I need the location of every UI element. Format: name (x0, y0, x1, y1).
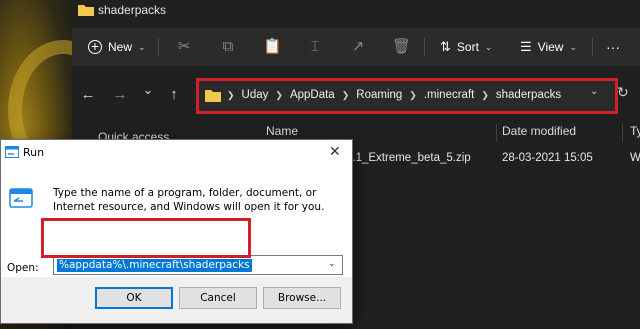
open-label: Open: (7, 262, 39, 274)
sort-button[interactable]: ⇅ Sort ⌄ (440, 36, 492, 58)
rename-icon[interactable]: ⌶ (306, 38, 324, 56)
new-label: New (108, 40, 133, 54)
explorer-titlebar: shaderpacks (72, 0, 640, 22)
breadcrumb: ❯ Uday ❯ AppData ❯ Roaming ❯ .minecraft … (227, 89, 561, 101)
toolbar-divider (424, 38, 425, 56)
cancel-button[interactable]: Cancel (179, 287, 257, 309)
run-app-icon (9, 188, 33, 208)
column-type[interactable]: Ty (630, 124, 640, 138)
chevron-right-icon: ❯ (227, 89, 235, 100)
toolbar-divider (592, 38, 593, 56)
breadcrumb-item[interactable]: AppData (290, 89, 335, 101)
breadcrumb-item[interactable]: shaderpacks (496, 89, 561, 101)
column-divider (496, 124, 497, 142)
run-icon (5, 146, 19, 158)
address-dropdown-icon[interactable]: ⌄ (590, 86, 598, 97)
address-bar[interactable]: ❯ Uday ❯ AppData ❯ Roaming ❯ .minecraft … (196, 78, 618, 114)
highlight-box (41, 218, 251, 258)
view-button[interactable]: ☰ View ⌄ (520, 36, 577, 58)
chevron-down-icon[interactable]: ⌄ (328, 259, 336, 269)
command-bar: + New ⌄ ✂ ⧉ 📋 ⌶ ↗ 🗑 ⇅ Sort ⌄ ☰ View ⌄ ··… (72, 28, 640, 66)
more-options-button[interactable]: ··· (606, 36, 620, 58)
chevron-down-icon: ⌄ (569, 41, 577, 52)
chevron-down-icon: ⌄ (138, 41, 146, 52)
chevron-right-icon: ❯ (341, 89, 350, 100)
view-icon: ☰ (520, 39, 532, 54)
breadcrumb-item[interactable]: Roaming (356, 89, 402, 101)
open-input-text[interactable]: %appdata%\.minecraft\shaderpacks (57, 259, 252, 272)
delete-icon[interactable]: 🗑 (392, 38, 411, 56)
plus-icon: + (88, 39, 102, 54)
file-date: 28-03-2021 15:05 (502, 152, 593, 164)
close-icon[interactable]: ✕ (329, 144, 341, 160)
copy-icon[interactable]: ⧉ (219, 38, 237, 56)
chevron-right-icon: ❯ (275, 89, 283, 100)
back-arrow-icon[interactable]: ← (78, 86, 98, 103)
run-title: Run (23, 146, 45, 159)
cut-icon[interactable]: ✂ (175, 38, 193, 56)
chevron-right-icon: ❯ (409, 89, 417, 100)
sort-icon: ⇅ (440, 39, 451, 54)
column-date-modified[interactable]: Date modified (502, 124, 576, 138)
open-combobox[interactable]: %appdata%\.minecraft\shaderpacks ⌄ (53, 255, 343, 275)
chevron-down-icon: ⌄ (484, 41, 493, 52)
file-name: 0.1_Extreme_beta_5.zip (346, 152, 471, 164)
paste-icon[interactable]: 📋 (263, 38, 282, 56)
browse-button[interactable]: Browse... (263, 287, 341, 309)
toolbar-divider (158, 38, 159, 56)
column-name[interactable]: Name (266, 124, 298, 138)
up-arrow-icon[interactable]: ↑ (164, 86, 184, 103)
refresh-icon[interactable]: ↻ (617, 84, 629, 101)
view-label: View (537, 40, 564, 54)
ok-button[interactable]: OK (95, 287, 173, 309)
breadcrumb-item[interactable]: .minecraft (424, 89, 475, 101)
folder-icon (78, 5, 94, 16)
chevron-right-icon: ❯ (481, 89, 489, 100)
file-type: W (630, 152, 640, 164)
breadcrumb-item[interactable]: Uday (242, 89, 269, 101)
run-description: Type the name of a program, folder, docu… (53, 187, 325, 213)
run-titlebar: Run ✕ (1, 140, 352, 166)
window-title: shaderpacks (98, 3, 167, 17)
folder-icon (205, 90, 221, 102)
recent-locations-icon[interactable]: ⌄ (138, 82, 158, 98)
column-divider (622, 124, 623, 142)
forward-arrow-icon[interactable]: → (110, 86, 130, 103)
share-icon[interactable]: ↗ (349, 38, 367, 56)
new-button[interactable]: + New ⌄ (88, 36, 146, 58)
address-row: ← → ⌄ ↑ ❯ Uday ❯ AppData ❯ Roaming ❯ .mi… (72, 74, 640, 118)
sort-label: Sort (456, 40, 479, 54)
